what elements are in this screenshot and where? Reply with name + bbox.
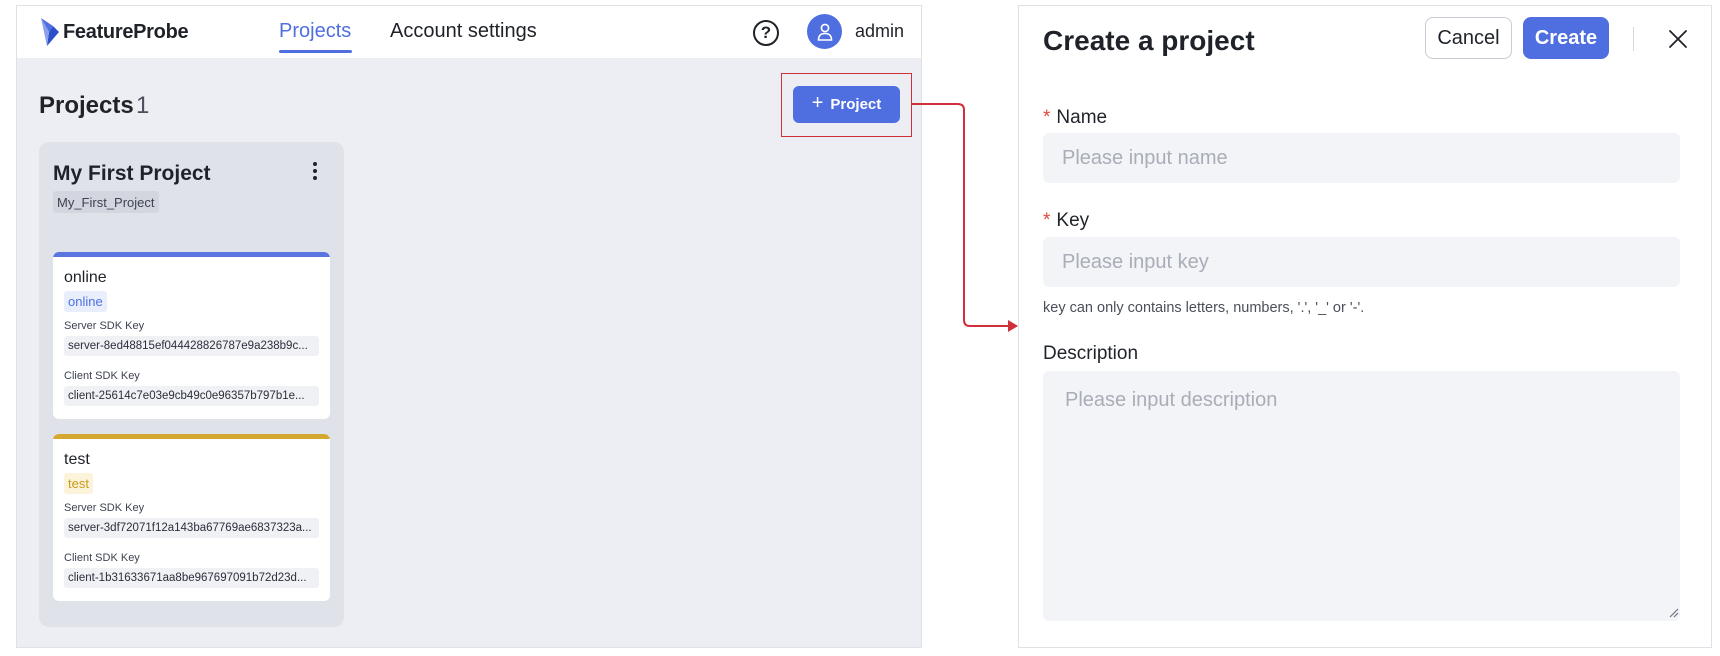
help-icon[interactable]: ?: [753, 20, 779, 46]
environment-card-online[interactable]: online online Server SDK Key server-8ed4…: [53, 252, 330, 419]
name-field-label: * Name: [1043, 107, 1107, 129]
project-key-badge: My_First_Project: [53, 191, 159, 213]
environment-color-bar: [53, 434, 330, 439]
key-input[interactable]: [1043, 237, 1680, 287]
server-sdk-key-value[interactable]: server-8ed48815ef044428826787e9a238b9c..…: [64, 336, 319, 356]
avatar[interactable]: [807, 14, 842, 49]
user-icon: [817, 23, 832, 41]
server-sdk-key-value[interactable]: server-3df72071f12a143ba67769ae6837323a.…: [64, 518, 319, 538]
name-label-text: Name: [1056, 107, 1108, 128]
environment-card-test[interactable]: test test Server SDK Key server-3df72071…: [53, 434, 330, 601]
logo[interactable]: FeatureProbe: [39, 17, 189, 47]
nav-tab-projects[interactable]: Projects: [279, 20, 351, 43]
active-tab-indicator: [279, 50, 352, 53]
description-textarea[interactable]: [1043, 371, 1680, 621]
cancel-button[interactable]: Cancel: [1425, 17, 1512, 59]
project-count: 1: [136, 92, 150, 119]
environment-name: test: [64, 451, 90, 468]
top-navigation-bar: FeatureProbe Projects Account settings ?…: [17, 6, 921, 58]
logo-text: FeatureProbe: [63, 20, 189, 43]
create-project-dialog: Create a project Cancel Create *Name *Ke…: [1018, 5, 1712, 648]
environment-tag: online: [64, 291, 107, 312]
server-sdk-key-label: Server SDK Key: [64, 320, 145, 332]
projects-app-window: FeatureProbe Projects Account settings ?…: [16, 5, 922, 648]
environment-name: online: [64, 269, 107, 286]
environment-color-bar: [53, 252, 330, 257]
divider: [1633, 27, 1634, 51]
dialog-title: Create a project: [1043, 25, 1255, 56]
environment-tag: test: [64, 473, 93, 494]
create-button[interactable]: Create: [1523, 17, 1609, 59]
required-marker: *: [1043, 210, 1051, 231]
resize-handle-icon[interactable]: [1667, 606, 1679, 618]
client-sdk-key-label: Client SDK Key: [64, 370, 140, 382]
project-name[interactable]: My First Project: [53, 162, 211, 186]
description-field-label: Description: [1043, 343, 1139, 364]
highlight-box: [781, 73, 912, 137]
page-title: Projects: [39, 92, 134, 119]
arrow-head-icon: [1008, 320, 1018, 332]
key-hint: key can only contains letters, numbers, …: [1043, 300, 1365, 316]
key-label-text: Key: [1056, 210, 1090, 231]
client-sdk-key-value[interactable]: client-25614c7e03e9cb49c0e96357b797b1e..…: [64, 386, 319, 406]
nav-tab-account-settings[interactable]: Account settings: [390, 20, 537, 43]
client-sdk-key-label: Client SDK Key: [64, 552, 140, 564]
key-field-label: * Key: [1043, 210, 1089, 232]
username[interactable]: admin: [855, 21, 904, 42]
featureprobe-logo-icon: [41, 18, 59, 46]
name-input[interactable]: [1043, 133, 1680, 183]
client-sdk-key-value[interactable]: client-1b31633671aa8be967697091b72d23d..…: [64, 568, 319, 588]
more-options-icon[interactable]: [311, 162, 319, 183]
close-icon[interactable]: [1667, 28, 1689, 50]
project-card[interactable]: My First Project My_First_Project online…: [39, 142, 344, 627]
server-sdk-key-label: Server SDK Key: [64, 502, 145, 514]
required-marker: *: [1043, 107, 1051, 128]
